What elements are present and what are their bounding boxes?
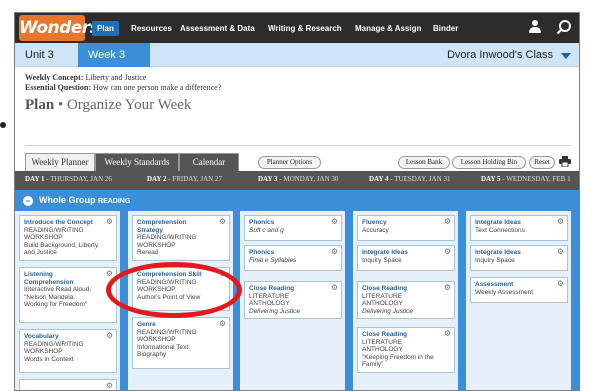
essential-question-value: How can one person make a difference? <box>93 83 222 92</box>
lesson-card[interactable]: Close Reading LITERATURE ANTHOLOGY Deliver… <box>244 281 342 319</box>
nav-binder[interactable]: Binder <box>433 21 458 36</box>
gear-icon[interactable]: ⚙ <box>444 284 451 292</box>
gear-icon[interactable]: ⚙ <box>106 382 113 390</box>
print-icon[interactable] <box>559 156 571 168</box>
gear-icon[interactable]: ⚙ <box>557 280 564 288</box>
day-column-1: Introduce the Concept READING/WRITING WOR… <box>15 211 120 390</box>
weekly-concept-value: Liberty and Justice <box>85 73 147 82</box>
gear-icon[interactable]: ⚙ <box>331 218 338 226</box>
gear-icon[interactable]: ⚙ <box>557 248 564 256</box>
day-column-4: Fluency Accuracy ⚙ Integrate Ideas Inqui… <box>353 211 458 390</box>
app-window: Wonders Plan Resources Assessment & Data… <box>14 12 580 391</box>
page-title: Plan • Organize Your Week <box>25 97 192 113</box>
whole-group-section: − Whole Group READING Introduce the Conce… <box>15 190 579 390</box>
essential-question-label: Essential Question: <box>25 83 92 92</box>
day-header[interactable]: DAY 4 - TUESDAY, JAN 31 <box>369 175 450 183</box>
gear-icon[interactable]: ⚙ <box>444 218 451 226</box>
tab-weekly-planner[interactable]: Weekly Planner <box>25 153 95 171</box>
divider <box>25 145 571 146</box>
lesson-card[interactable]: Integrate Ideas Text Connections ⚙ <box>470 215 568 241</box>
nav-plan[interactable]: Plan <box>92 21 119 36</box>
lesson-card[interactable]: Fluency Accuracy ⚙ <box>357 215 455 241</box>
nav-assessment-data[interactable]: Assessment & Data <box>180 21 255 36</box>
whole-group-toggle[interactable]: − Whole Group READING <box>23 194 130 206</box>
margin-bullet <box>0 122 6 128</box>
lesson-bank-button[interactable]: Lesson Bank <box>398 156 450 169</box>
unit-selector[interactable]: Unit 3 <box>25 49 54 61</box>
nav-resources[interactable]: Resources <box>131 21 172 36</box>
tab-weekly-standards[interactable]: Weekly Standards <box>95 153 179 171</box>
gear-icon[interactable]: ⚙ <box>444 248 451 256</box>
nav-manage-assign[interactable]: Manage & Assign <box>355 21 421 36</box>
lesson-card[interactable]: Comprehension Strategy READING/WRITING WOR… <box>132 215 230 261</box>
week-selector[interactable]: Week 3 <box>78 43 150 67</box>
day-header[interactable]: DAY 5 - WEDNESDAY, FEB 1 <box>481 175 571 183</box>
tab-calendar[interactable]: Calendar <box>179 153 239 171</box>
lesson-holding-bin-button[interactable]: Lesson Holding Bin <box>452 156 526 169</box>
unit-bar: Unit 3 Week 3 Dvora Inwood's Class <box>15 43 579 67</box>
gear-icon[interactable]: ⚙ <box>331 284 338 292</box>
gear-icon[interactable]: ⚙ <box>106 218 113 226</box>
planner-options-button[interactable]: Planner Options <box>258 156 321 169</box>
lesson-card[interactable]: Vocabulary READING/WRITING WORKSHOP Words … <box>19 329 117 373</box>
lesson-card[interactable]: Integrate Ideas Inquiry Space ⚙ <box>470 245 568 271</box>
nav-writing-research[interactable]: Writing & Research <box>268 21 342 36</box>
gear-icon[interactable]: ⚙ <box>444 330 451 338</box>
highlight-oval <box>106 262 242 318</box>
gear-icon[interactable]: ⚙ <box>219 218 226 226</box>
day-column-3: Phonics Soft c and g ⚙ Phonics Final e S… <box>240 211 345 390</box>
lesson-card[interactable]: Listening Comprehension Interactive Read … <box>19 267 117 323</box>
lesson-card[interactable]: ⚙ <box>19 379 117 390</box>
lesson-card[interactable]: Phonics Soft c and g ⚙ <box>244 215 342 241</box>
day-header[interactable]: DAY 1 - THURSDAY, JAN 26 <box>25 175 112 183</box>
user-icon[interactable] <box>529 20 541 34</box>
lesson-card[interactable]: Phonics Final e Syllables ⚙ <box>244 245 342 271</box>
top-nav: Wonders Plan Resources Assessment & Data… <box>15 13 579 43</box>
gear-icon[interactable]: ⚙ <box>219 320 226 328</box>
reset-button[interactable]: Reset <box>529 156 555 169</box>
lesson-card[interactable]: Integrate Ideas Inquiry Space ⚙ <box>357 245 455 271</box>
lesson-card[interactable]: Close Reading LITERATURE ANTHOLOGY "Keepin… <box>357 327 455 373</box>
caret-down-icon[interactable] <box>561 53 571 59</box>
lesson-card[interactable]: Close Reading LITERATURE ANTHOLOGY Deliver… <box>357 281 455 319</box>
day-header[interactable]: DAY 2 - FRIDAY, JAN 27 <box>147 175 222 183</box>
wonders-logo[interactable]: Wonders <box>19 15 100 41</box>
day-header[interactable]: DAY 3 - MONDAY, JAN 30 <box>258 175 338 183</box>
day-header-row: DAY 1 - THURSDAY, JAN 26 DAY 2 - FRIDAY,… <box>15 171 579 190</box>
gear-icon[interactable]: ⚙ <box>331 248 338 256</box>
day-column-5: Integrate Ideas Text Connections ⚙ Integ… <box>466 211 571 390</box>
class-selector[interactable]: Dvora Inwood's Class <box>447 49 553 61</box>
search-icon[interactable] <box>556 19 572 35</box>
lesson-card[interactable]: Introduce the Concept READING/WRITING WOR… <box>19 215 117 261</box>
gear-icon[interactable]: ⚙ <box>557 218 564 226</box>
weekly-concept: Weekly Concept: Liberty and Justice Esse… <box>25 73 221 93</box>
lesson-card[interactable]: Assessment Weekly Assessment ⚙ <box>470 277 568 303</box>
lesson-card[interactable]: Genre READING/WRITING WORKSHOP Information… <box>132 317 230 369</box>
gear-icon[interactable]: ⚙ <box>106 332 113 340</box>
collapse-icon[interactable]: − <box>23 196 33 206</box>
weekly-concept-label: Weekly Concept: <box>25 73 84 82</box>
